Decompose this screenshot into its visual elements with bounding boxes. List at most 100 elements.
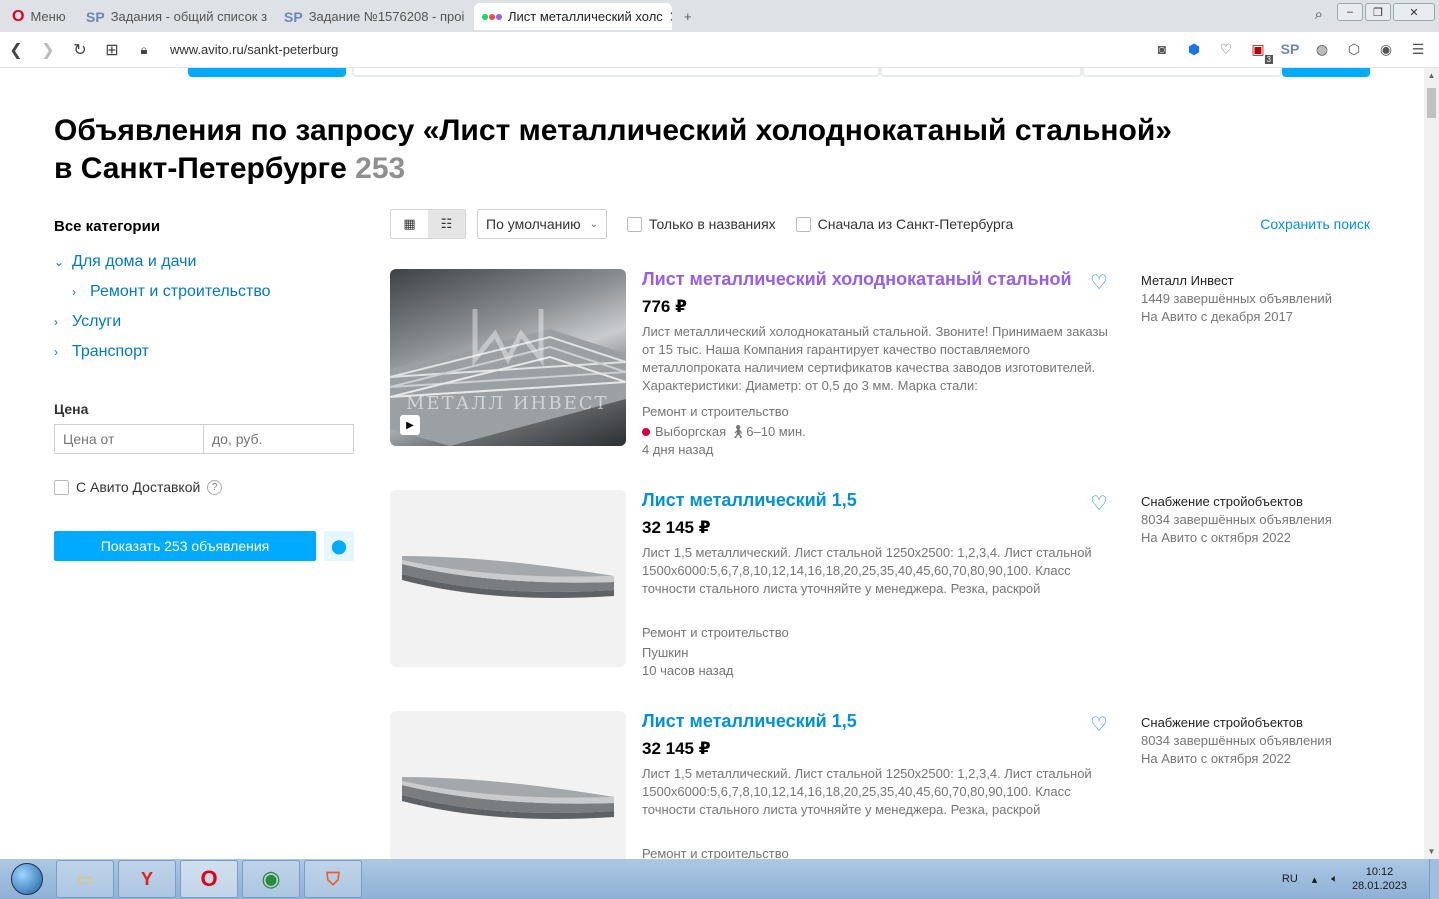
- scroll-down-icon[interactable]: ▼: [1424, 844, 1439, 859]
- easy-setup-icon[interactable]: ☰: [1407, 38, 1429, 60]
- spb-first-filter[interactable]: Сначала из Санкт-Петербурга: [795, 216, 1013, 232]
- favorite-heart-icon[interactable]: ♡: [1090, 270, 1108, 295]
- listing-description: Лист 1,5 металлический. Лист стальной 12…: [642, 545, 1092, 596]
- windows-logo-icon: [11, 863, 43, 895]
- chevron-right-icon: ›: [54, 315, 58, 329]
- results-toolbar: ▦ ☷ По умолчанию ⌄ Только в названиях Сн…: [390, 209, 1370, 239]
- list-view-icon[interactable]: ☷: [428, 210, 465, 238]
- search-tabs-icon[interactable]: ⌕: [1315, 6, 1323, 23]
- listing-title[interactable]: Лист металлический холоднокатаный стальн…: [642, 269, 1072, 290]
- back-icon[interactable]: ❮: [0, 34, 32, 66]
- listing-item[interactable]: Лист металлический 1,5 ♡ 32 145 ₽ Лист 1…: [390, 490, 1370, 678]
- favorite-heart-icon[interactable]: ♡: [1090, 712, 1108, 737]
- sort-select[interactable]: По умолчанию ⌄: [477, 209, 607, 239]
- minimize-button[interactable]: –: [1337, 3, 1363, 21]
- category-repair-construction[interactable]: › Ремонт и строительство: [54, 277, 354, 307]
- grid-view-icon[interactable]: ▦: [391, 210, 428, 238]
- listing-category: Ремонт и строительство: [642, 625, 789, 640]
- folder-icon: ▭: [76, 868, 94, 889]
- tab-label: Задания - общий список з: [110, 9, 268, 24]
- chevron-down-icon: ⌄: [54, 255, 65, 269]
- new-tab-button[interactable]: +: [676, 3, 700, 30]
- forward-icon[interactable]: ❯: [32, 34, 64, 66]
- listing-date: 4 дня назад: [642, 442, 714, 457]
- window-controls: – ❐ ✕: [1337, 3, 1435, 21]
- profile-avatar-icon[interactable]: ◉: [1375, 38, 1397, 60]
- seller-watermark: МЕТАЛЛ ИНВЕСТ: [406, 393, 609, 414]
- taskbar-explorer[interactable]: ▭: [56, 860, 114, 898]
- volume-icon[interactable]: 🔈︎: [1331, 873, 1338, 886]
- reload-icon[interactable]: ↻: [64, 34, 96, 66]
- cube-icon[interactable]: ⬡: [1343, 38, 1365, 60]
- listing-photo[interactable]: [390, 711, 626, 859]
- scrollbar-thumb[interactable]: [1427, 88, 1436, 118]
- scroll-up-icon[interactable]: ▲: [1424, 68, 1439, 83]
- result-count: 253: [355, 152, 406, 185]
- listing-photo[interactable]: [390, 490, 626, 667]
- listing-title[interactable]: Лист металлический 1,5: [642, 490, 857, 511]
- tab-grid-icon[interactable]: ⊞: [96, 34, 128, 66]
- seller-since: На Авито с октября 2022: [1141, 530, 1291, 545]
- show-results-button[interactable]: Показать 253 объявления: [54, 531, 316, 561]
- listing-item[interactable]: МЕТАЛЛ ИНВЕСТ ▶ Лист металлический холод…: [390, 269, 1370, 457]
- save-search-link[interactable]: Сохранить поиск: [1260, 216, 1370, 232]
- taskbar-brave[interactable]: ⛉: [304, 860, 362, 898]
- sp-extension-icon[interactable]: SP: [1279, 38, 1301, 60]
- favorite-heart-icon[interactable]: ♡: [1090, 491, 1108, 516]
- tab-1[interactable]: SP Задания - общий список з ✕: [78, 3, 274, 30]
- metro-line-icon: [642, 428, 650, 436]
- opera-logo-icon: O: [12, 7, 25, 25]
- maximize-button[interactable]: ❐: [1365, 3, 1391, 21]
- taskbar-opera[interactable]: O: [180, 860, 238, 898]
- listing-location: Выборгская 🚶︎6–10 мин.: [642, 424, 806, 440]
- only-titles-checkbox[interactable]: [627, 216, 642, 232]
- close-tab-icon[interactable]: ✕: [273, 8, 274, 26]
- category-transport[interactable]: › Транспорт: [54, 337, 354, 367]
- heart-icon[interactable]: ♡: [1215, 38, 1237, 60]
- close-tab-icon[interactable]: ✕: [470, 8, 472, 26]
- avito-page: Объявления по запросу «Лист металлически…: [0, 68, 1424, 859]
- opera-icon: O: [200, 866, 218, 891]
- page-scrollbar[interactable]: ▲ ▼: [1424, 68, 1439, 859]
- chrome-icon: ◉: [261, 866, 281, 891]
- vpn-globe-icon[interactable]: ◍: [1311, 38, 1333, 60]
- close-window-button[interactable]: ✕: [1393, 3, 1435, 21]
- category-home-garden[interactable]: ⌄ Для дома и дачи: [54, 247, 354, 277]
- clock[interactable]: 10:12 28.01.2023: [1352, 865, 1407, 893]
- seller-completed-ads: 8034 завершённых объявления: [1141, 733, 1332, 748]
- listing-title[interactable]: Лист металлический 1,5: [642, 711, 857, 732]
- spb-first-checkbox[interactable]: [795, 216, 811, 232]
- opera-menu-button[interactable]: O Меню: [4, 3, 70, 30]
- extension-icon[interactable]: ▣ 3: [1247, 38, 1273, 64]
- language-indicator[interactable]: RU: [1282, 873, 1298, 885]
- seller-name[interactable]: Снабжение стройобъектов: [1141, 493, 1332, 511]
- price-to-input[interactable]: [204, 424, 354, 454]
- url-field[interactable]: www.avito.ru/sankt-peterburg: [170, 42, 338, 57]
- listing-photo[interactable]: МЕТАЛЛ ИНВЕСТ ▶: [390, 269, 626, 446]
- show-desktop-button[interactable]: [1429, 859, 1439, 899]
- listing-price: 32 145 ₽: [642, 518, 711, 537]
- help-icon[interactable]: ?: [207, 479, 223, 495]
- close-tab-icon[interactable]: ✕: [669, 8, 672, 26]
- category-services[interactable]: › Услуги: [54, 307, 354, 337]
- seller-info: Снабжение стройобъектов 8034 завершённых…: [1141, 714, 1332, 768]
- start-button[interactable]: [2, 860, 52, 898]
- seller-name[interactable]: Металл Инвест: [1141, 272, 1332, 290]
- only-titles-filter[interactable]: Только в названиях: [627, 216, 776, 232]
- show-hidden-icons-icon[interactable]: ▴: [1312, 873, 1318, 886]
- listing-price: 776 ₽: [642, 297, 687, 316]
- adblock-shield-icon[interactable]: ⬢: [1183, 38, 1205, 60]
- tab-2[interactable]: SP Задание №1576208 - проі ✕: [276, 3, 472, 30]
- delivery-checkbox[interactable]: [54, 479, 69, 495]
- listing-item[interactable]: Лист металлический 1,5 ♡ 32 145 ₽ Лист 1…: [390, 711, 1370, 859]
- taskbar-yandex[interactable]: Y: [118, 860, 176, 898]
- camera-icon[interactable]: ◙: [1151, 38, 1173, 60]
- all-categories-title[interactable]: Все категории: [54, 218, 354, 235]
- tab-3-active[interactable]: Лист металлический холс ✕: [474, 3, 672, 30]
- avito-delivery-filter[interactable]: С Авито Доставкой ?: [54, 479, 354, 495]
- taskbar-chrome[interactable]: ◉: [242, 860, 300, 898]
- seller-name[interactable]: Снабжение стройобъектов: [1141, 714, 1332, 732]
- map-pin-icon[interactable]: ⬤: [324, 531, 354, 561]
- price-from-input[interactable]: [54, 424, 204, 454]
- play-video-icon[interactable]: ▶: [400, 415, 420, 435]
